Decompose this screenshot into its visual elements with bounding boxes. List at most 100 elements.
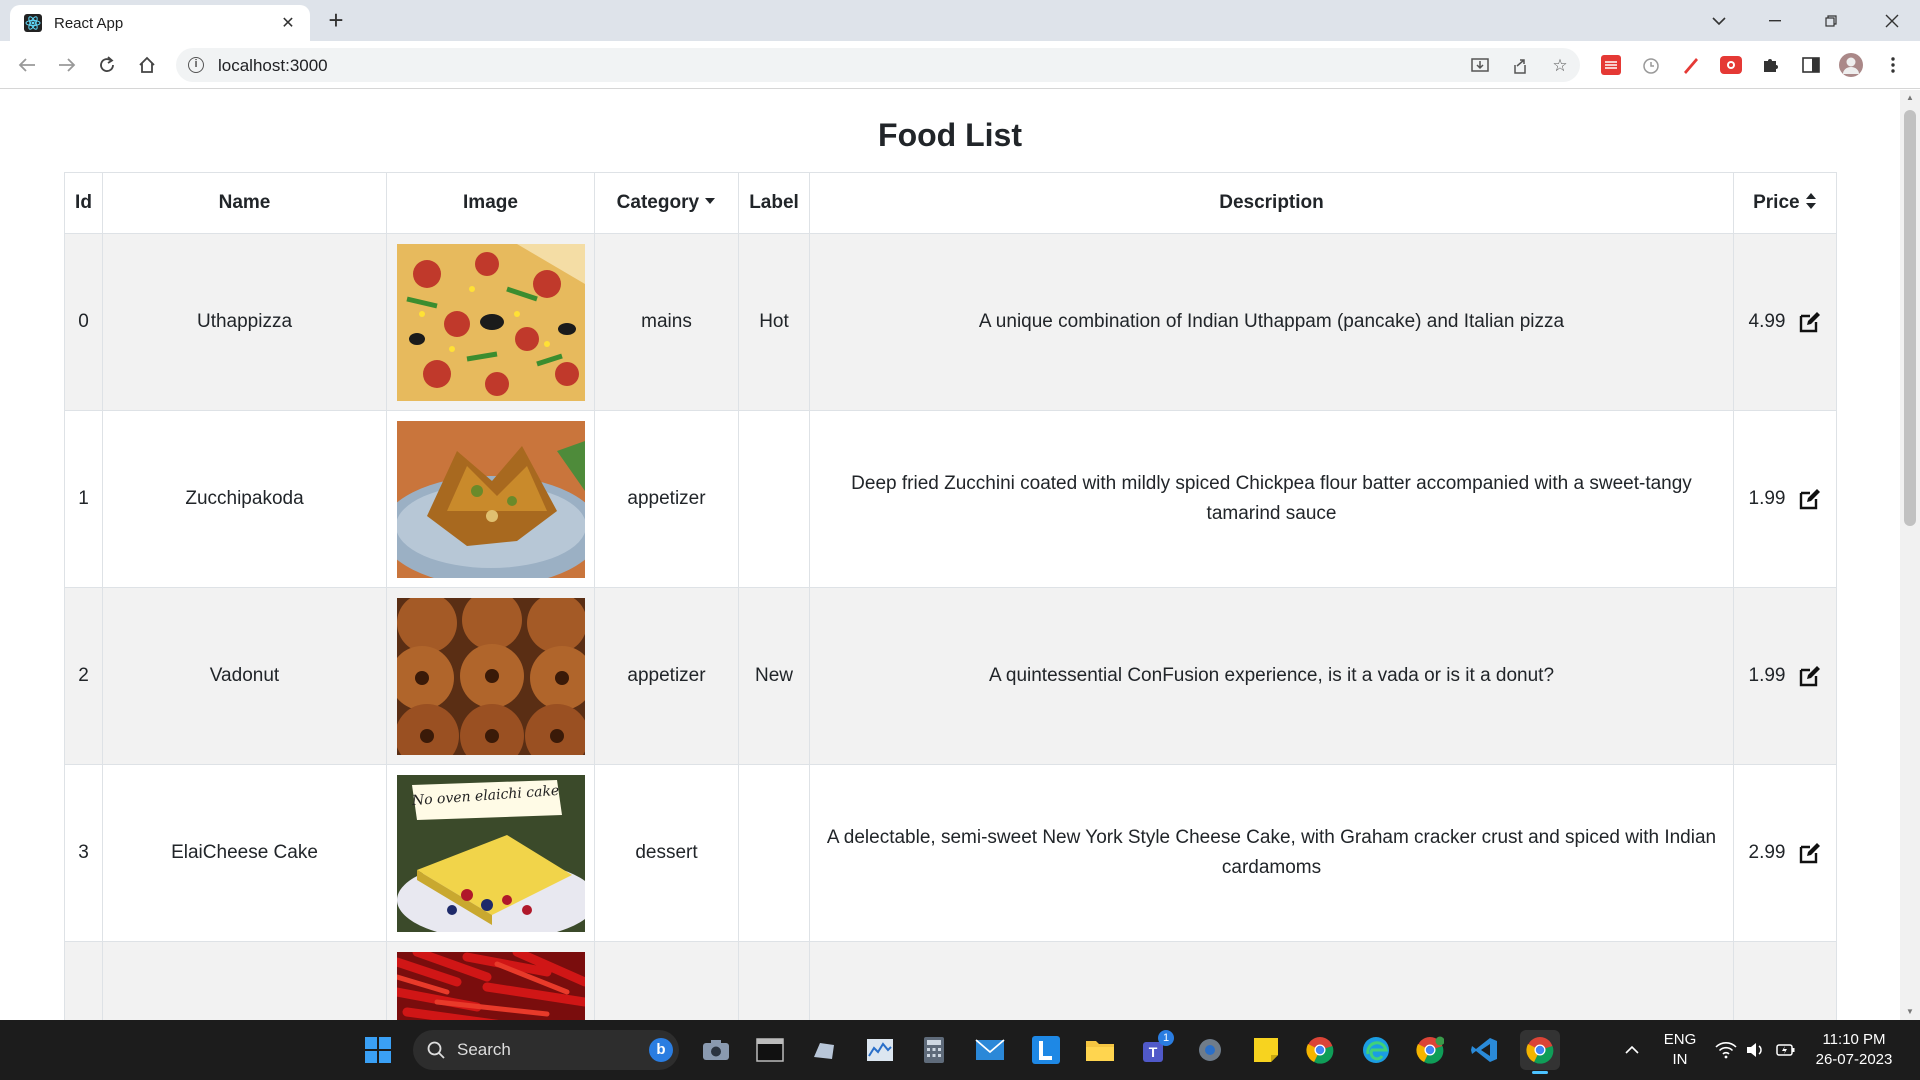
more-menu-icon[interactable] (1880, 52, 1906, 78)
caret-down-icon[interactable] (704, 192, 716, 213)
page-content: Food List Id Name Image Category Label D… (0, 90, 1900, 1020)
edge-icon[interactable] (1356, 1030, 1396, 1070)
side-panel-icon[interactable] (1798, 52, 1824, 78)
file-explorer-icon[interactable] (1080, 1030, 1120, 1070)
table-row (64, 941, 1837, 1020)
pakoda-image (380, 420, 601, 586)
scroll-down-icon[interactable]: ▼ (1900, 1004, 1920, 1020)
edit-icon[interactable] (1799, 311, 1821, 333)
cell-name: Uthappizza (102, 233, 387, 411)
cell-label: Hot (738, 233, 810, 411)
tab-search-icon[interactable] (1691, 0, 1747, 41)
task-manager-icon[interactable] (860, 1030, 900, 1070)
cell-image (380, 410, 601, 588)
page-title: Food List (878, 117, 1022, 153)
close-window-icon[interactable] (1864, 0, 1920, 41)
tab-title: React App (54, 14, 124, 32)
profile-avatar[interactable] (1838, 52, 1864, 78)
cell-id: 2 (64, 587, 103, 765)
chrome-profile-icon[interactable] (1410, 1030, 1450, 1070)
cell-id: 0 (64, 233, 103, 411)
forward-icon[interactable] (52, 50, 82, 80)
settings-gear-icon[interactable] (1190, 1030, 1230, 1070)
cell-name: Vadonut (102, 587, 387, 765)
vadonut-image (389, 589, 594, 768)
food-table: Id Name Image Category Label Description… (64, 172, 1837, 1020)
vscode-icon[interactable] (1464, 1030, 1504, 1070)
battery-icon[interactable] (1766, 1030, 1806, 1070)
sticky-notes-icon[interactable] (1246, 1030, 1286, 1070)
cell-id: 1 (64, 410, 103, 588)
sort-icon[interactable] (1805, 192, 1817, 213)
region-code: IN (1672, 1051, 1688, 1068)
terminal-icon[interactable] (750, 1030, 790, 1070)
address-bar[interactable]: i localhost:3000 ☆ (176, 48, 1580, 82)
tray-chevron-icon[interactable] (1612, 1030, 1652, 1070)
reload-icon[interactable] (92, 50, 122, 80)
table-row: 1 Zucchipakoda appetizer Deep fried Zucc… (64, 410, 1837, 588)
cell-image: No oven elaichi cake (386, 764, 597, 942)
l-app-icon[interactable] (1026, 1030, 1066, 1070)
price-value: 1.99 (1748, 488, 1786, 509)
page-scrollbar[interactable]: ▲ ▼ (1900, 90, 1920, 1020)
minimize-icon[interactable] (1747, 0, 1803, 41)
cell-price: 1.99 (1733, 587, 1837, 765)
edit-icon[interactable] (1799, 488, 1821, 510)
header-category[interactable]: Category (594, 172, 739, 234)
edit-icon[interactable] (1799, 665, 1821, 687)
new-tab-button[interactable]: + (322, 6, 350, 34)
url-text[interactable]: localhost:3000 (218, 56, 328, 76)
cell-id: 3 (64, 764, 103, 942)
home-icon[interactable] (132, 50, 162, 80)
header-price-label: Price (1753, 192, 1800, 213)
table-row: 2 Vadonut appetizer New A quintessential… (64, 587, 1837, 768)
camera-app-icon[interactable] (696, 1030, 736, 1070)
browser-tab-strip: React App ✕ + (0, 0, 1920, 41)
record-extension-icon[interactable] (1718, 52, 1744, 78)
scroll-up-icon[interactable]: ▲ (1900, 90, 1920, 106)
react-logo-icon (24, 14, 42, 32)
mail-icon[interactable] (970, 1030, 1010, 1070)
header-price[interactable]: Price (1733, 172, 1837, 234)
header-id: Id (64, 172, 103, 234)
cell-category: appetizer (594, 410, 739, 588)
price-value: 2.99 (1748, 842, 1786, 863)
browser-toolbar: i localhost:3000 ☆ (0, 41, 1920, 89)
chili-image (392, 947, 589, 1020)
system-clock[interactable]: 11:10 PM 26-07-2023 (1808, 1030, 1900, 1070)
extension-red-icon[interactable] (1598, 52, 1624, 78)
edit-icon[interactable] (1799, 842, 1821, 864)
share-icon[interactable] (1508, 54, 1532, 78)
scroll-thumb[interactable] (1904, 110, 1916, 526)
cell-description: A unique combination of Indian Uthappam … (809, 233, 1734, 411)
site-info-icon[interactable]: i (188, 57, 204, 73)
alarm-clock-icon[interactable] (1638, 52, 1664, 78)
price-value: 1.99 (1748, 665, 1786, 686)
chrome-active-icon[interactable] (1520, 1030, 1560, 1074)
price-value: 4.99 (1748, 311, 1786, 332)
bing-icon[interactable]: b (649, 1038, 673, 1062)
language-indicator[interactable]: ENG IN (1660, 1030, 1700, 1070)
windows-start-icon[interactable] (358, 1030, 398, 1070)
header-name: Name (102, 172, 387, 234)
cloud-app-icon[interactable] (804, 1030, 844, 1070)
table-row: 0 Uthappizza mains Hot A unique combinat… (64, 233, 1837, 411)
bookmark-star-icon[interactable]: ☆ (1548, 54, 1572, 78)
cell-image (386, 233, 595, 411)
teams-icon[interactable]: T 1 (1136, 1030, 1176, 1070)
back-icon[interactable] (12, 50, 42, 80)
restore-icon[interactable] (1803, 0, 1859, 41)
cell-price: 4.99 (1733, 233, 1837, 411)
cell-price: 2.99 (1733, 764, 1837, 942)
search-label: Search (457, 1040, 511, 1059)
svg-text:T: T (1149, 1044, 1158, 1060)
calculator-icon[interactable] (914, 1030, 954, 1070)
taskbar-search[interactable]: Search b (413, 1030, 679, 1070)
pen-extension-icon[interactable] (1678, 52, 1704, 78)
browser-tab[interactable]: React App ✕ (10, 5, 310, 41)
extensions-puzzle-icon[interactable] (1758, 52, 1784, 78)
header-image: Image (386, 172, 595, 234)
install-app-icon[interactable] (1468, 54, 1492, 78)
tab-close-icon[interactable]: ✕ (278, 13, 298, 33)
chrome-icon[interactable] (1300, 1030, 1340, 1070)
